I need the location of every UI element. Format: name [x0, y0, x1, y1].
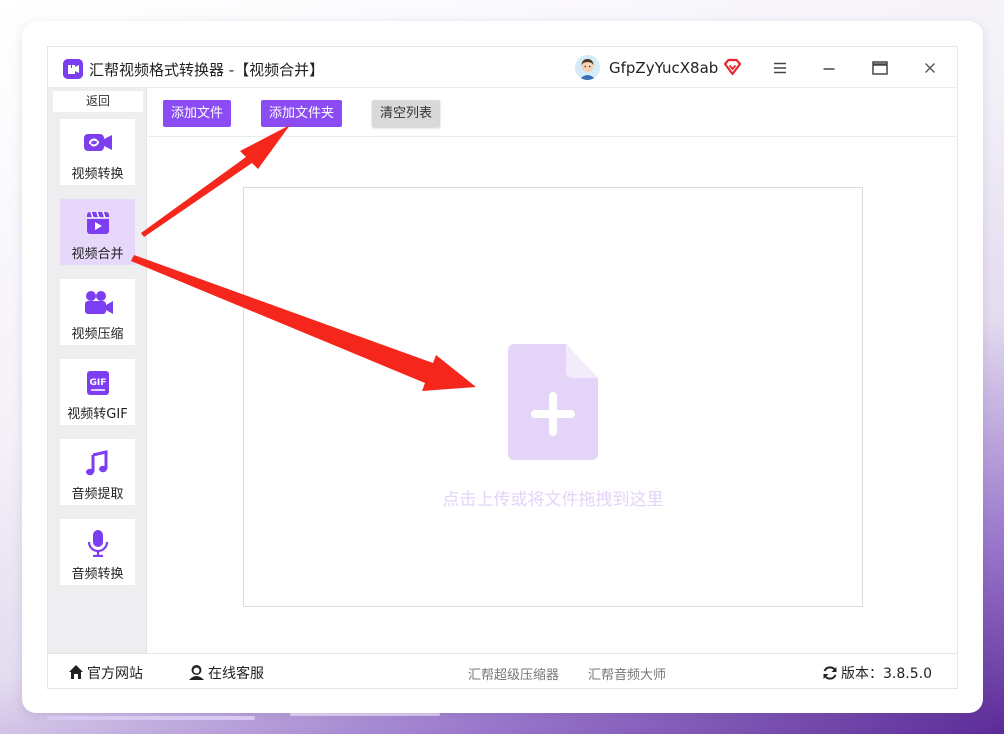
customer-service-icon — [189, 665, 204, 680]
sidebar-item-audio-extract[interactable]: 音频提取 — [60, 439, 135, 505]
super-compressor-link[interactable]: 汇帮超级压缩器 — [468, 664, 559, 683]
window-title: 汇帮视频格式转换器 -【视频合并】 — [89, 61, 325, 79]
close-icon[interactable] — [919, 57, 941, 79]
version-label: 版本：3.8.5.0 — [841, 666, 932, 682]
online-support-link[interactable]: 在线客服 — [188, 663, 264, 683]
sidebar-item-video-merge[interactable]: 视频合并 — [60, 199, 135, 265]
app-logo-icon — [63, 59, 83, 79]
sidebar-item-label: 音频提取 — [71, 487, 124, 502]
sidebar-item-audio-convert[interactable]: 音频转换 — [60, 519, 135, 585]
maximize-icon[interactable] — [869, 57, 891, 79]
audio-master-link[interactable]: 汇帮音频大师 — [588, 664, 666, 683]
sidebar-item-video-gif[interactable]: GIF 视频转GIF — [60, 359, 135, 425]
drop-hint: 点击上传或将文件拖拽到这里 — [442, 490, 664, 510]
version-info[interactable]: 版本：3.8.5.0 — [822, 663, 932, 683]
vip-diamond-icon[interactable] — [723, 58, 742, 76]
avatar[interactable] — [575, 55, 600, 80]
minimize-icon[interactable] — [818, 57, 840, 79]
sidebar: 返回 视频转换 视频合并 视频压缩 GIF 视频转GIF 音频提取 音频转换 — [48, 88, 147, 653]
file-drop-zone[interactable]: 点击上传或将文件拖拽到这里 — [243, 187, 863, 607]
sidebar-item-label: 视频合并 — [71, 247, 124, 262]
refresh-icon — [823, 666, 837, 680]
add-file-icon — [508, 344, 600, 464]
official-website-label: 官方网站 — [87, 666, 143, 682]
footer: 官方网站 在线客服 汇帮超级压缩器 汇帮音频大师 版本：3.8.5.0 — [48, 653, 957, 688]
home-icon — [69, 665, 83, 679]
taskbar-indicator — [47, 716, 255, 720]
username: GfpZyYucX8ab — [609, 59, 719, 77]
video-compress-icon — [82, 289, 114, 317]
sidebar-item-label: 视频压缩 — [71, 327, 124, 342]
title-bar: 汇帮视频格式转换器 -【视频合并】 GfpZyYucX8ab — [48, 47, 957, 88]
svg-text:GIF: GIF — [90, 378, 107, 388]
video-convert-icon — [82, 129, 114, 157]
microphone-icon — [82, 529, 114, 557]
gif-icon: GIF — [82, 369, 114, 397]
add-file-button[interactable]: 添加文件 — [163, 100, 232, 127]
add-folder-button[interactable]: 添加文件夹 — [261, 100, 343, 127]
sidebar-item-label: 视频转换 — [71, 167, 124, 182]
sidebar-item-label: 音频转换 — [71, 567, 124, 582]
clear-list-button[interactable]: 清空列表 — [372, 100, 441, 127]
online-support-label: 在线客服 — [208, 666, 264, 682]
sidebar-item-video-convert[interactable]: 视频转换 — [60, 119, 135, 185]
sidebar-item-video-compress[interactable]: 视频压缩 — [60, 279, 135, 345]
app-window: 汇帮视频格式转换器 -【视频合并】 GfpZyYucX8ab 返回 视频转换 视… — [47, 46, 958, 689]
menu-icon[interactable] — [769, 57, 791, 79]
official-website-link[interactable]: 官方网站 — [68, 663, 143, 683]
toolbar: 添加文件 添加文件夹 清空列表 — [148, 88, 957, 137]
taskbar-indicator-2 — [290, 713, 440, 716]
music-note-icon — [82, 449, 114, 477]
sidebar-item-label: 视频转GIF — [67, 407, 128, 422]
video-merge-icon — [82, 209, 114, 237]
back-button[interactable]: 返回 — [53, 91, 143, 112]
